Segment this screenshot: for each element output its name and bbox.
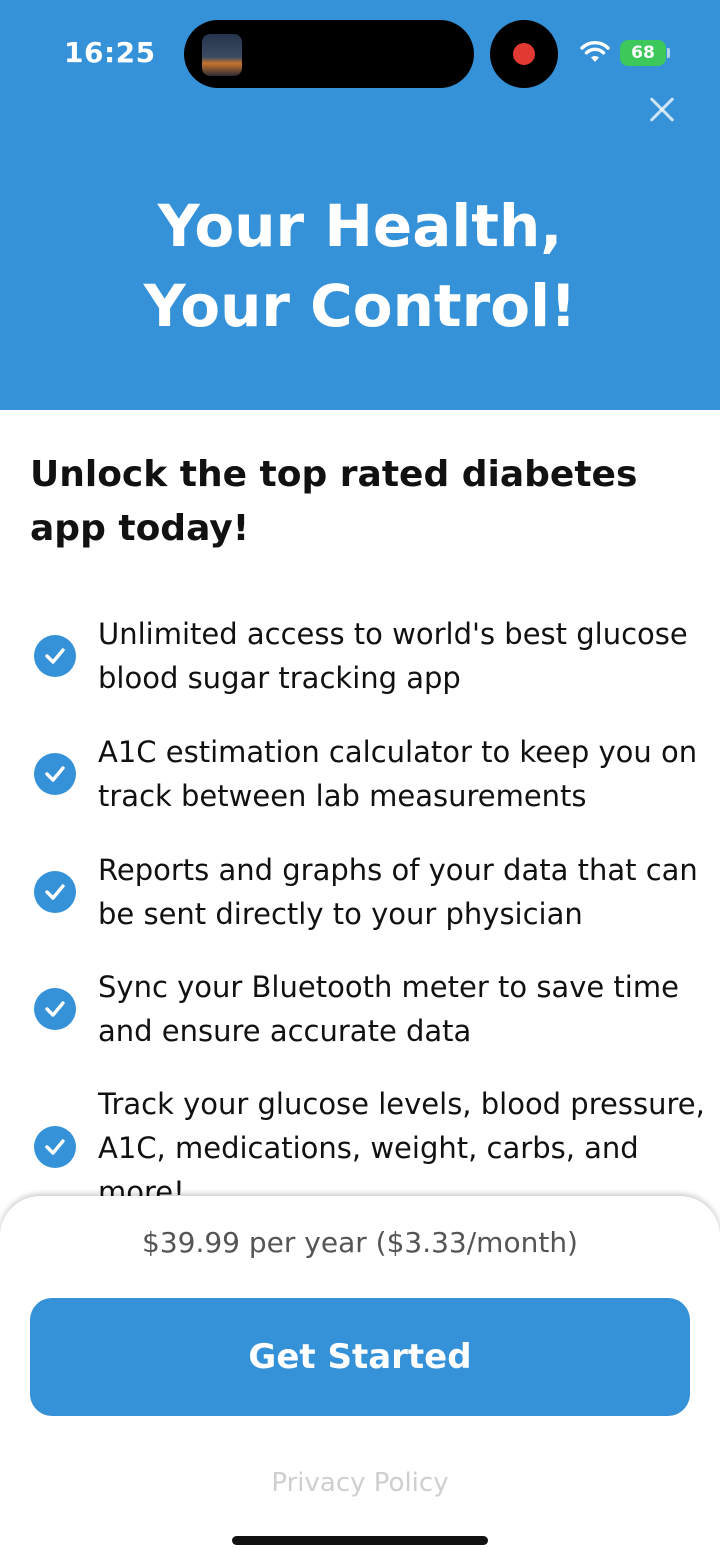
title-line-2: Your Control! <box>143 272 577 340</box>
privacy-policy-link[interactable]: Privacy Policy <box>0 1468 720 1498</box>
purchase-sheet: $39.99 per year ($3.33/month) Get Starte… <box>0 1196 720 1561</box>
battery-level: 68 <box>631 43 655 63</box>
price-label: $39.99 per year ($3.33/month) <box>142 1226 578 1259</box>
status-time: 16:25 <box>64 36 156 69</box>
feature-item: Sync your Bluetooth meter to save time a… <box>0 965 720 1065</box>
close-icon[interactable] <box>642 90 682 130</box>
battery-cap <box>667 48 670 58</box>
record-dot-icon <box>513 43 535 65</box>
feature-item: Reports and graphs of your data that can… <box>0 848 720 948</box>
feature-item: Track your glucose levels, blood pressur… <box>0 1082 720 1198</box>
recording-indicator <box>490 20 558 88</box>
get-started-button[interactable]: Get Started <box>30 1298 690 1416</box>
feature-text: Reports and graphs of your data that can… <box>98 853 698 931</box>
feature-list: Unlimited access to world's best glucose… <box>0 612 720 1198</box>
headline: Unlock the top rated diabetes app today! <box>30 454 638 549</box>
feature-text: A1C estimation calculator to keep you on… <box>98 735 698 813</box>
dynamic-island <box>184 20 474 88</box>
title-line-1: Your Health, <box>157 192 563 260</box>
feature-item: Unlimited access to world's best glucose… <box>0 612 720 712</box>
feature-text: Unlimited access to world's best glucose… <box>98 617 688 695</box>
check-circle-icon <box>34 871 76 913</box>
live-activity-thumbnail <box>202 34 242 76</box>
check-circle-icon <box>34 753 76 795</box>
check-circle-icon <box>34 635 76 677</box>
feature-text: Track your glucose levels, blood pressur… <box>98 1087 705 1198</box>
page-title: Your Health, Your Control! <box>0 186 720 346</box>
wifi-icon <box>580 41 610 62</box>
battery-charging-icon: 68 <box>620 40 666 66</box>
check-circle-icon <box>34 1126 76 1168</box>
feature-text: Sync your Bluetooth meter to save time a… <box>98 970 679 1048</box>
paywall-header: 16:25 68 Your Health, Your Control! <box>0 0 720 410</box>
feature-item: A1C estimation calculator to keep you on… <box>0 730 720 830</box>
check-circle-icon <box>34 988 76 1030</box>
home-indicator[interactable] <box>232 1536 488 1545</box>
